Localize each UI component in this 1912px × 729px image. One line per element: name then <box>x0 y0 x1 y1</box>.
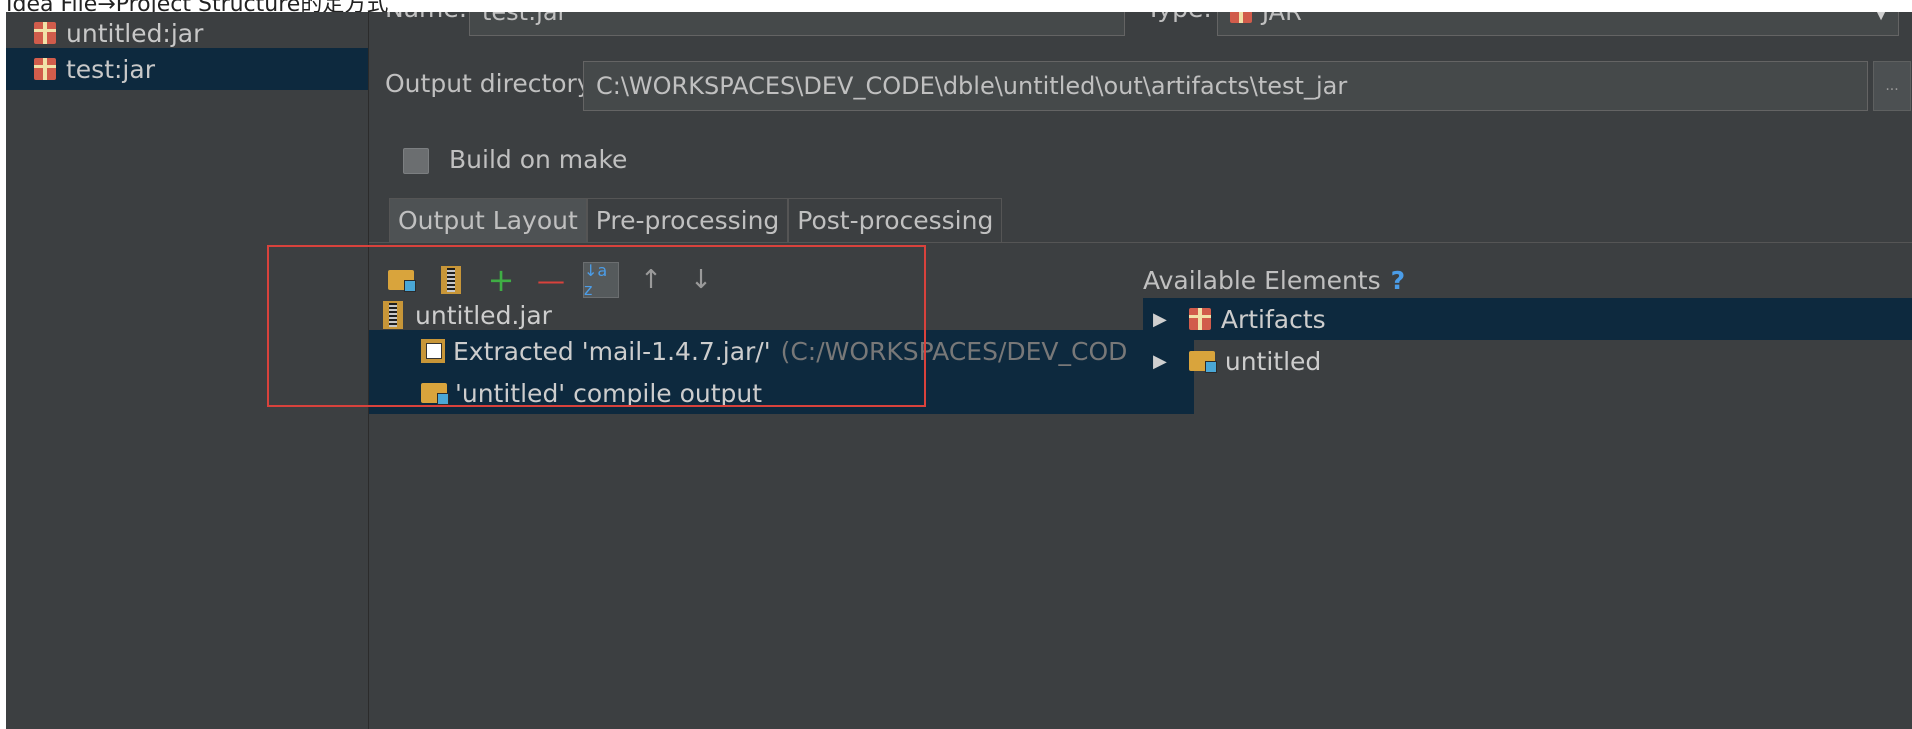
artifacts-list: untitled:jar test:jar <box>6 12 369 729</box>
name-label: Name: <box>385 12 467 23</box>
add-icon[interactable]: + <box>483 261 519 299</box>
module-folder-icon <box>421 383 449 405</box>
type-label: Type: <box>1146 12 1212 23</box>
jar-icon <box>383 301 403 329</box>
available-item-untitled[interactable]: ▶ untitled <box>1143 340 1912 382</box>
build-on-make-label: Build on make <box>449 145 628 174</box>
artifact-label: untitled:jar <box>66 18 204 48</box>
tree-item-path: (C:/WORKSPACES/DEV_COD <box>780 336 1128 366</box>
gift-icon <box>1230 12 1252 23</box>
tree-item-label: 'untitled' compile output <box>455 378 763 408</box>
help-icon[interactable]: ? <box>1391 266 1406 295</box>
gift-icon <box>34 58 56 80</box>
tab-post-processing[interactable]: Post-processing <box>788 198 1003 242</box>
gift-icon <box>1188 308 1211 330</box>
artifact-label: test:jar <box>66 54 155 84</box>
available-item-artifacts[interactable]: ▶ Artifacts <box>1143 298 1912 340</box>
chevron-down-icon: ▼ <box>1874 12 1888 23</box>
tree-root-label: untitled.jar <box>415 300 552 330</box>
expand-arrow-icon[interactable]: ▶ <box>1153 309 1167 330</box>
tab-divider <box>369 242 1912 243</box>
tree-item-compile-output[interactable]: 'untitled' compile output <box>369 372 1194 414</box>
move-up-icon[interactable]: ↑ <box>633 262 669 298</box>
tab-output-layout[interactable]: Output Layout <box>389 198 587 242</box>
available-elements-panel: Available Elements ? ▶ Artifacts ▶ untit… <box>1143 262 1912 729</box>
build-on-make-checkbox[interactable] <box>403 148 429 174</box>
extract-icon <box>421 339 445 363</box>
project-structure-dialog: untitled:jar test:jar Name: test:jar Typ… <box>6 12 1912 729</box>
new-folder-icon[interactable] <box>383 262 419 298</box>
layout-toolbar: + — ↓a z ↑ ↓ <box>383 261 733 299</box>
artifact-settings: Name: test:jar Type: JAR ▼ Output direct… <box>369 12 1912 729</box>
artifact-item-test[interactable]: test:jar <box>6 48 368 90</box>
tree-item-label: Extracted 'mail-1.4.7.jar/' <box>453 336 771 366</box>
gift-icon <box>34 22 56 44</box>
top-caption: Idea File→Project Structure的定方式 <box>6 0 388 12</box>
tab-bar: Output Layout Pre-processing Post-proces… <box>389 198 1003 242</box>
available-item-label: untitled <box>1224 346 1322 376</box>
output-directory-field[interactable]: C:\WORKSPACES\DEV_CODE\dble\untitled\out… <box>583 61 1868 111</box>
available-elements-title: Available Elements ? <box>1143 265 1406 295</box>
output-layout-tree: untitled.jar Extracted 'mail-1.4.7.jar/'… <box>369 300 1194 729</box>
name-field[interactable]: test:jar <box>469 12 1125 36</box>
browse-button[interactable]: ... <box>1873 61 1911 111</box>
expand-arrow-icon[interactable]: ▶ <box>1153 351 1167 372</box>
output-directory-label: Output directory: <box>385 69 599 98</box>
type-value: JAR <box>1262 12 1302 26</box>
move-down-icon[interactable]: ↓ <box>683 262 719 298</box>
tab-pre-processing[interactable]: Pre-processing <box>586 198 789 242</box>
available-item-label: Artifacts <box>1220 304 1326 334</box>
sort-az-icon[interactable]: ↓a z <box>583 261 619 299</box>
jar-icon[interactable] <box>433 262 469 298</box>
module-folder-icon <box>1188 351 1217 373</box>
tree-item-extracted[interactable]: Extracted 'mail-1.4.7.jar/' (C:/WORKSPAC… <box>369 330 1194 372</box>
top-caption-strip: Idea File→Project Structure的定方式 <box>0 0 1912 12</box>
type-select[interactable]: JAR ▼ <box>1217 12 1899 36</box>
remove-icon[interactable]: — <box>533 262 569 298</box>
